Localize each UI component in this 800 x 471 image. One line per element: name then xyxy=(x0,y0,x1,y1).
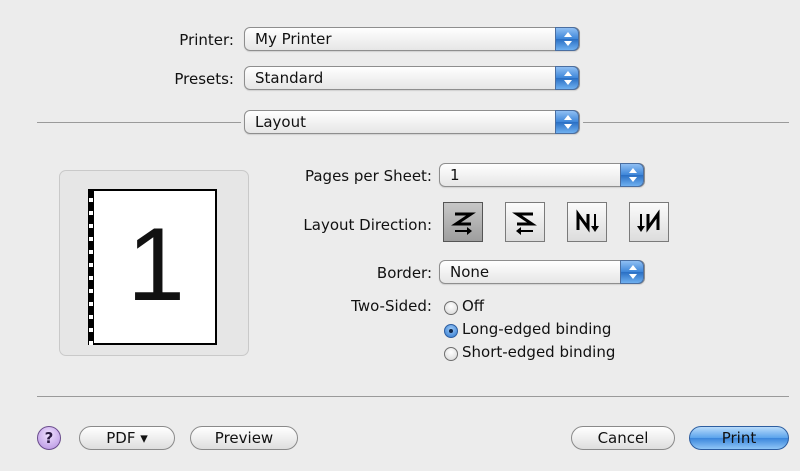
pages-per-sheet-value: 1 xyxy=(450,166,460,184)
direction-reverse-n-down-option[interactable] xyxy=(629,202,669,242)
presets-value: Standard xyxy=(255,69,324,87)
two-sided-long-edge-label[interactable]: Long-edged binding xyxy=(462,320,611,338)
pages-per-sheet-popup[interactable]: 1 xyxy=(439,163,645,187)
popup-arrows-icon xyxy=(555,110,579,134)
popup-arrows-icon xyxy=(555,66,579,90)
panel-value: Layout xyxy=(255,113,306,131)
reverse-z-icon xyxy=(512,212,537,235)
direction-reverse-z-option[interactable] xyxy=(505,202,545,242)
cancel-button[interactable]: Cancel xyxy=(571,426,675,450)
printer-label: Printer: xyxy=(179,31,234,49)
printer-popup[interactable]: My Printer xyxy=(244,27,580,51)
two-sided-label: Two-Sided: xyxy=(351,297,432,315)
border-value: None xyxy=(450,263,490,281)
preview-page: 1 xyxy=(91,189,217,345)
pages-per-sheet-label: Pages per Sheet: xyxy=(304,167,432,185)
separator-left xyxy=(37,122,241,123)
presets-popup[interactable]: Standard xyxy=(244,66,580,90)
n-down-icon xyxy=(576,209,599,233)
panel-popup[interactable]: Layout xyxy=(244,110,580,134)
two-sided-short-edge-radio[interactable] xyxy=(444,347,458,361)
two-sided-long-edge-radio[interactable] xyxy=(444,324,458,338)
two-sided-off-radio[interactable] xyxy=(444,301,458,315)
bottom-separator xyxy=(37,396,789,397)
pdf-button[interactable]: PDF ▾ xyxy=(79,426,175,450)
popup-arrows-icon xyxy=(620,260,644,284)
binding-edge-icon xyxy=(88,189,94,345)
two-sided-short-edge-label[interactable]: Short-edged binding xyxy=(462,343,615,361)
z-icon xyxy=(451,212,476,235)
layout-direction-label: Layout Direction: xyxy=(303,216,432,234)
print-button[interactable]: Print xyxy=(689,426,789,450)
help-button[interactable]: ? xyxy=(37,426,61,450)
printer-value: My Printer xyxy=(255,30,332,48)
reverse-n-down-icon xyxy=(637,209,660,233)
popup-arrows-icon xyxy=(620,163,644,187)
border-label: Border: xyxy=(376,264,432,282)
preview-button[interactable]: Preview xyxy=(190,426,298,450)
separator-right xyxy=(583,122,789,123)
presets-label: Presets: xyxy=(174,70,234,88)
two-sided-off-label[interactable]: Off xyxy=(462,297,484,315)
direction-n-down-option[interactable] xyxy=(567,202,607,242)
border-popup[interactable]: None xyxy=(439,260,645,284)
direction-z-option[interactable] xyxy=(443,202,483,242)
popup-arrows-icon xyxy=(555,27,579,51)
preview-page-number: 1 xyxy=(127,207,185,323)
